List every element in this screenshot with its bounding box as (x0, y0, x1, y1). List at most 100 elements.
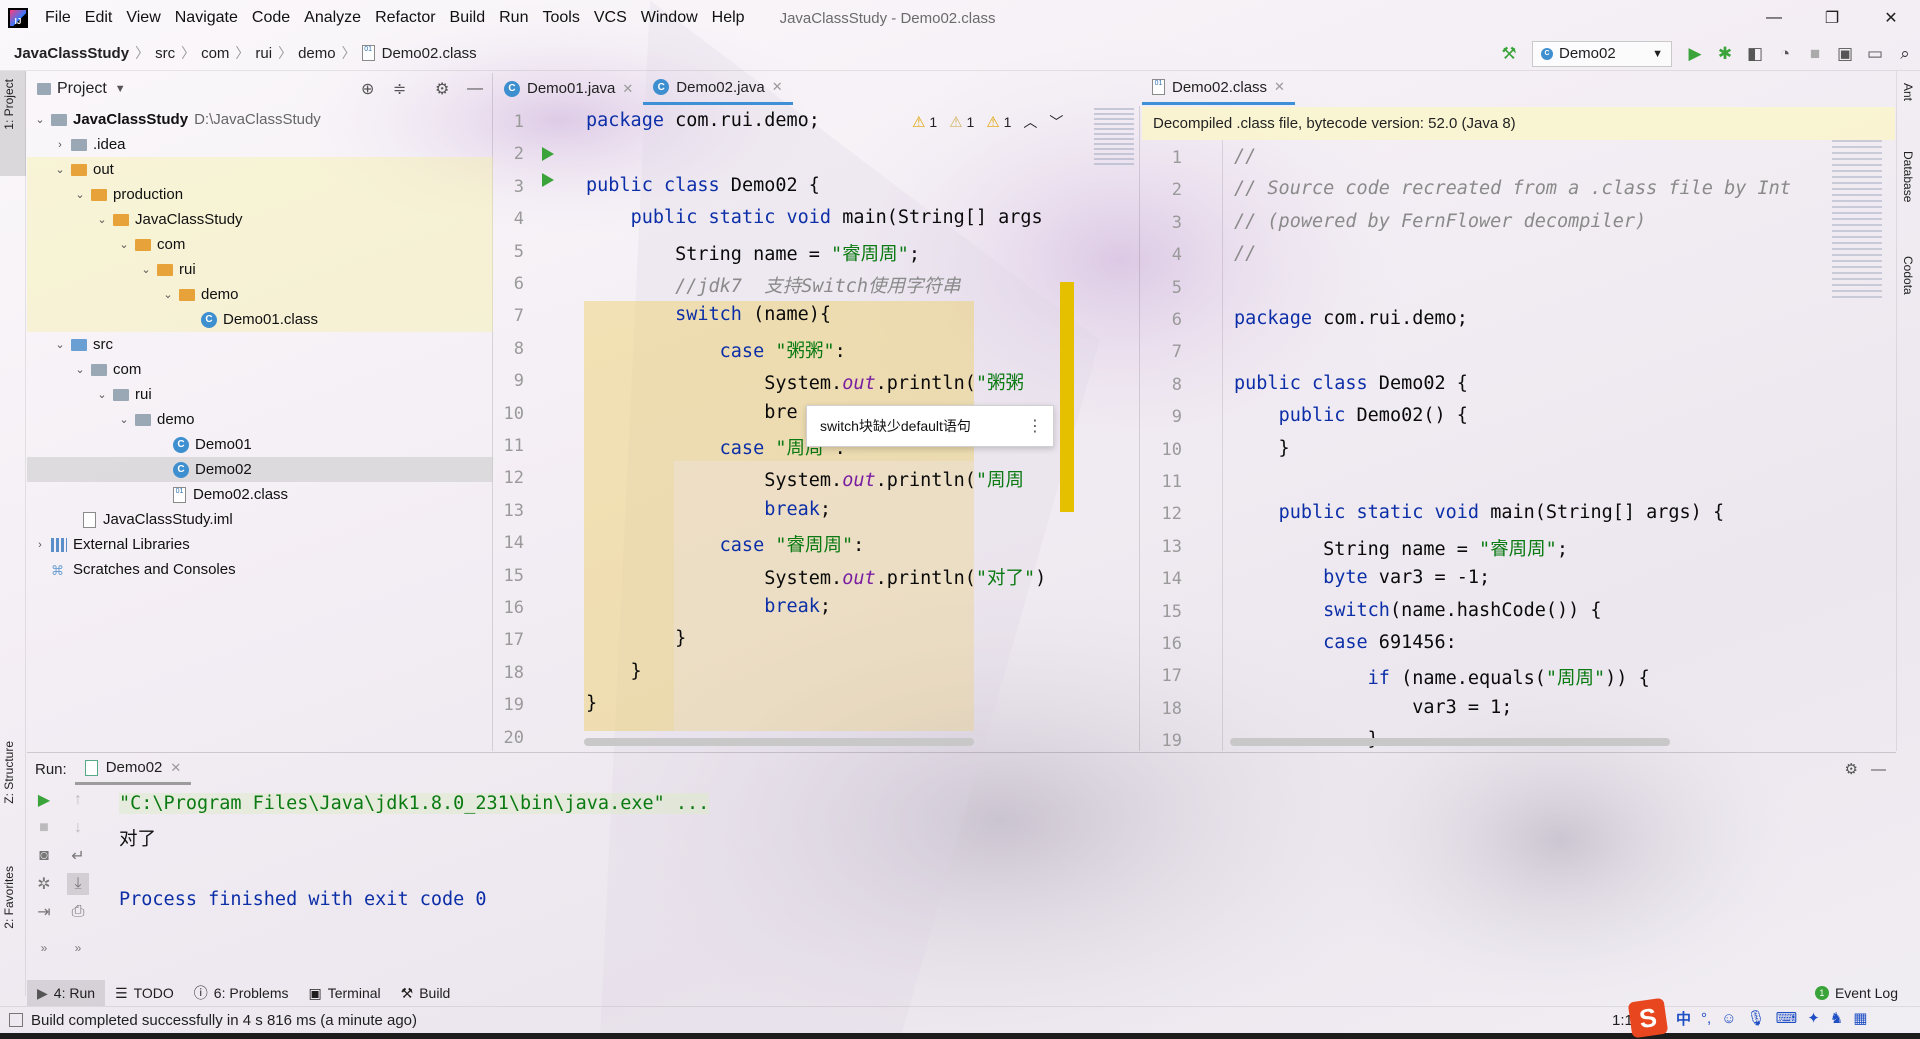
menu-analyze[interactable]: Analyze (297, 9, 368, 27)
tree-item-rui-out[interactable]: ⌄ rui (27, 257, 493, 282)
camera-icon[interactable]: ◙ (33, 845, 55, 867)
ant-tool-tab[interactable]: Ant (1901, 83, 1915, 101)
ime-language[interactable]: 中 (1676, 1008, 1691, 1029)
layout-icon[interactable]: ▭ (1860, 40, 1890, 68)
exit-icon[interactable]: ⇥ (33, 901, 55, 923)
breadcrumb-rui[interactable]: rui (249, 45, 278, 62)
tree-item-production[interactable]: ⌄ production (27, 182, 493, 207)
print-icon[interactable]: ⎙ (67, 901, 89, 923)
menu-tools[interactable]: Tools (535, 9, 586, 27)
profile-icon[interactable]: ◔ (1770, 40, 1800, 68)
tree-item-demo02-class[interactable]: 01 Demo02.class (27, 482, 493, 507)
shirt-icon[interactable]: ♞ (1830, 1009, 1843, 1027)
more-icon[interactable]: » (33, 937, 55, 959)
menu-edit[interactable]: Edit (78, 9, 120, 27)
tree-item-external-libraries[interactable]: › External Libraries (27, 532, 493, 557)
run-class-icon[interactable] (542, 147, 554, 161)
tree-item-demo01[interactable]: C Demo01 (27, 432, 493, 457)
menu-file[interactable]: File (38, 9, 78, 27)
menu-view[interactable]: View (119, 9, 167, 27)
project-panel-title[interactable]: Project (57, 80, 107, 98)
stop-icon[interactable]: ■ (33, 817, 55, 839)
tree-item-demo-src[interactable]: ⌄ demo (27, 407, 493, 432)
tree-item-demo02[interactable]: C Demo02 (27, 457, 493, 482)
skin-icon[interactable]: ✦ (1807, 1009, 1820, 1027)
coverage-icon[interactable]: ◧ (1740, 40, 1770, 68)
maximize-icon[interactable]: ❐ (1803, 0, 1861, 36)
run-icon[interactable]: ▶ (1680, 40, 1710, 68)
debug-icon[interactable]: ✱ (1710, 40, 1740, 68)
run-main-icon[interactable] (542, 173, 554, 187)
build-hammer-icon[interactable]: ⚒ (1494, 40, 1524, 68)
more-options-icon[interactable]: ⋮ (1027, 416, 1043, 436)
microphone-icon[interactable]: 🎙 (1747, 1009, 1766, 1027)
punctuation-icon[interactable]: °, (1701, 1010, 1711, 1027)
gear-icon[interactable]: ⚙ (1845, 760, 1858, 778)
tree-item-idea[interactable]: › .idea (27, 132, 493, 157)
stop-icon[interactable]: ■ (1800, 40, 1830, 68)
toggle-tool-windows-icon[interactable] (9, 1013, 23, 1027)
tree-item-project-root[interactable]: ⌄ JavaClassStudy D:\JavaClassStudy (27, 107, 493, 132)
collapse-all-icon[interactable]: ≑ (393, 79, 406, 99)
breadcrumb-com[interactable]: com (195, 45, 235, 62)
database-tool-tab[interactable]: Database (1901, 151, 1915, 202)
tree-item-demo-out[interactable]: ⌄ demo (27, 282, 493, 307)
tab-demo01-java[interactable]: C Demo01.java ✕ (494, 72, 643, 105)
locate-icon[interactable]: ⊕ (361, 79, 374, 99)
menu-window[interactable]: Window (634, 9, 705, 27)
menu-vcs[interactable]: VCS (587, 9, 634, 27)
tree-item-iml[interactable]: JavaClassStudy.iml (27, 507, 493, 532)
project-structure-icon[interactable]: ▣ (1830, 40, 1860, 68)
close-icon[interactable]: ✕ (1274, 79, 1285, 95)
horizontal-scrollbar[interactable] (1230, 738, 1670, 746)
run-configuration-select[interactable]: C Demo02 ▼ (1532, 40, 1672, 67)
close-icon[interactable]: ✕ (772, 79, 783, 95)
emoji-icon[interactable]: ☺ (1721, 1010, 1736, 1027)
more-icon[interactable]: » (67, 937, 89, 959)
tree-item-rui-src[interactable]: ⌄ rui (27, 382, 493, 407)
horizontal-scrollbar[interactable] (584, 738, 974, 746)
close-icon[interactable]: ✕ (622, 81, 633, 97)
minimize-icon[interactable]: — (1745, 0, 1803, 36)
sogou-logo-icon[interactable]: S (1627, 997, 1669, 1039)
menu-build[interactable]: Build (443, 9, 493, 27)
tree-item-scratches[interactable]: ⌘ Scratches and Consoles (27, 557, 493, 582)
scroll-to-end-icon[interactable]: ⤓ (67, 873, 89, 895)
favorites-tool-tab[interactable]: 2: Favorites (2, 866, 16, 929)
terminal-tool-button[interactable]: ▣ Terminal (299, 980, 391, 1006)
settings-icon[interactable]: ✲ (33, 873, 55, 895)
close-icon[interactable]: ✕ (170, 760, 181, 776)
menu-code[interactable]: Code (245, 9, 297, 27)
project-tool-tab[interactable]: 1: Project (2, 79, 16, 130)
menu-help[interactable]: Help (705, 9, 752, 27)
breadcrumb-demo[interactable]: demo (292, 45, 342, 62)
todo-tool-button[interactable]: ☰ TODO (105, 980, 184, 1006)
breadcrumb-project[interactable]: JavaClassStudy (0, 45, 135, 62)
hide-panel-icon[interactable]: — (1871, 761, 1886, 778)
breadcrumb-file[interactable]: Demo02.class (382, 45, 483, 62)
problems-tool-button[interactable]: ⓘ 6: Problems (184, 980, 299, 1006)
tab-demo02-class[interactable]: 01 Demo02.class ✕ (1142, 72, 1295, 105)
close-window-icon[interactable]: ✕ (1862, 0, 1920, 36)
search-icon[interactable]: ⌕ (1890, 40, 1920, 68)
tree-item-com-src[interactable]: ⌄ com (27, 357, 493, 382)
tree-item-demo01-class[interactable]: C Demo01.class (27, 307, 493, 332)
structure-tool-tab[interactable]: Z: Structure (2, 741, 16, 804)
run-tab-demo02[interactable]: Demo02 ✕ (74, 753, 192, 785)
editor-demo02-class[interactable]: 1 2 3 4 5 6 7 8 9 10 11 12 13 14 15 16 17 18 19 //// Sourc… (1142, 140, 1895, 751)
run-tool-button[interactable]: ▶ 4: Run (27, 980, 106, 1006)
arrow-up-icon[interactable]: ↑ (67, 789, 89, 811)
build-tool-button[interactable]: ⚒ Build (391, 980, 461, 1006)
chevron-down-icon[interactable]: ▼ (115, 83, 126, 95)
menu-navigate[interactable]: Navigate (168, 9, 245, 27)
hide-panel-icon[interactable]: — (467, 80, 483, 98)
chevron-up-icon[interactable]: ︿ (1023, 112, 1037, 132)
arrow-down-icon[interactable]: ↓ (67, 817, 89, 839)
tab-demo02-java[interactable]: C Demo02.java ✕ (643, 72, 793, 105)
menu-refactor[interactable]: Refactor (368, 9, 442, 27)
breadcrumb-src[interactable]: src (149, 45, 181, 62)
tree-item-javaclassstudy-out[interactable]: ⌄ JavaClassStudy (27, 207, 493, 232)
soft-wrap-icon[interactable]: ↵ (67, 845, 89, 867)
tree-item-src[interactable]: ⌄ src (27, 332, 493, 357)
codota-tool-tab[interactable]: Codota (1901, 256, 1915, 295)
